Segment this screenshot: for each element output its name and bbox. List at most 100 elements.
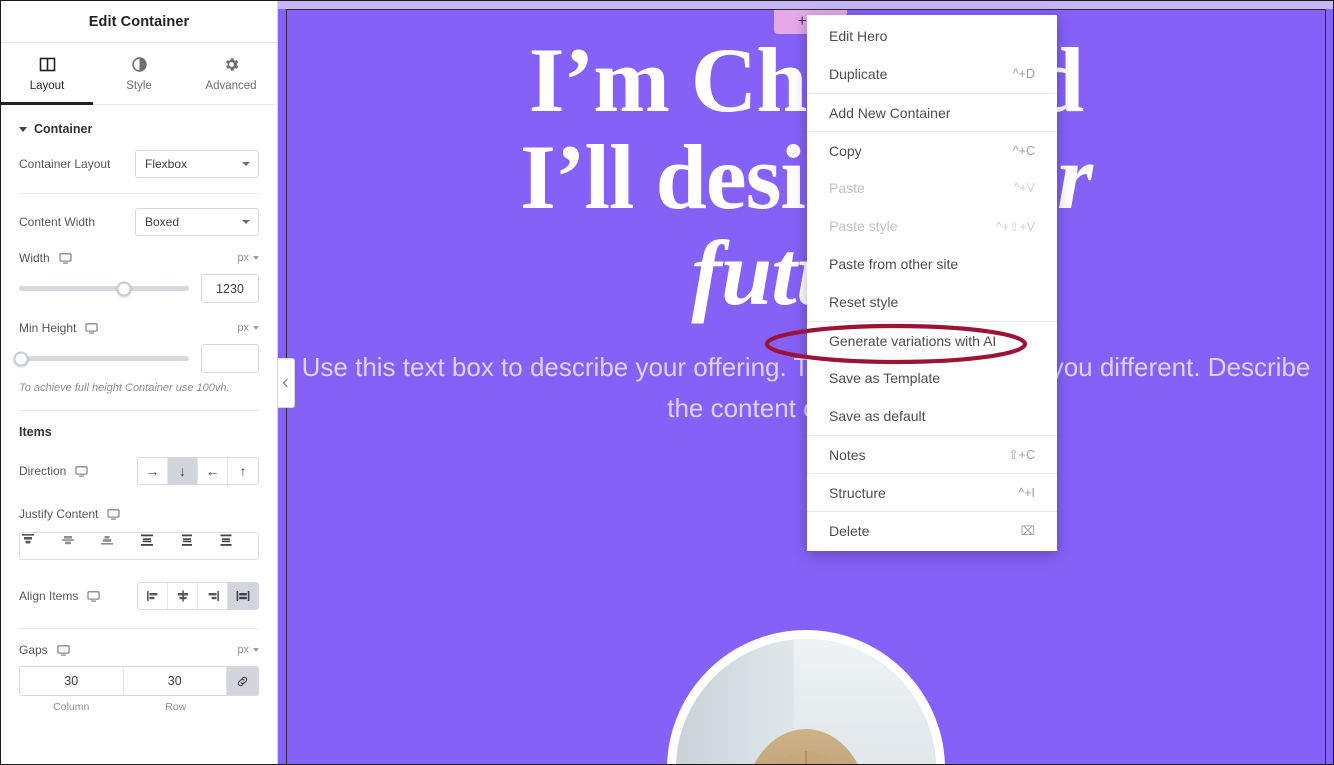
layout-columns-icon (39, 56, 56, 73)
menu-item-label: Paste from other site (829, 256, 959, 272)
direction-column-reverse-button[interactable]: ↑ (228, 458, 258, 485)
align-flex-end-button[interactable] (198, 583, 228, 610)
chevron-down-icon (242, 220, 250, 224)
direction-column-button[interactable]: ↓ (168, 458, 198, 485)
width-input[interactable]: 1230 (201, 274, 259, 303)
menu-item-label: Duplicate (829, 66, 888, 82)
panel-collapse-tab[interactable] (278, 358, 295, 408)
content-width-select[interactable]: Boxed (135, 208, 259, 236)
min-height-slider-track[interactable] (13, 351, 189, 366)
gaps-sublabels: Column Row (19, 701, 259, 713)
min-height-slider-knob[interactable] (13, 351, 29, 366)
menu-item-save-as-default[interactable]: Save as default (807, 397, 1057, 435)
justify-space-around-button[interactable] (179, 533, 219, 559)
tab-style[interactable]: Style (93, 43, 185, 104)
chevron-down-icon (253, 326, 259, 330)
plus-icon[interactable]: + (798, 13, 807, 30)
caret-down-icon (19, 126, 27, 132)
justify-flex-start-button[interactable] (20, 533, 60, 559)
min-height-slider-row (13, 344, 259, 373)
menu-item-paste-from-other-site[interactable]: Paste from other site (807, 245, 1057, 283)
menu-item-label: Edit Hero (829, 28, 888, 44)
divider (19, 410, 259, 412)
menu-item-label: Structure (829, 484, 886, 501)
align-stretch-button[interactable] (228, 583, 258, 610)
desktop-icon[interactable] (85, 322, 98, 335)
gear-icon (223, 56, 240, 73)
content-width-label: Content Width (19, 215, 96, 229)
desktop-icon[interactable] (87, 590, 100, 603)
min-height-label: Min Height (19, 321, 77, 335)
menu-item-label: Paste style (829, 218, 898, 234)
arrow-left-icon: ← (205, 463, 220, 480)
menu-item-label: Copy (829, 142, 862, 159)
menu-item-label: Delete (829, 522, 870, 539)
tab-style-label: Style (126, 79, 152, 92)
width-slider-track[interactable] (19, 281, 189, 296)
menu-item-structure[interactable]: Structure ^+I (807, 473, 1057, 511)
align-items-button-group (137, 582, 259, 611)
hero-heading: I’m Chloe and I’ll design your future (287, 32, 1325, 322)
justify-content-label: Justify Content (19, 507, 99, 522)
menu-item-edit-hero[interactable]: Edit Hero (807, 17, 1057, 55)
menu-item-generate-variations-with-ai[interactable]: Generate variations with AI (807, 321, 1057, 359)
menu-item-label: Generate variations with AI (829, 332, 997, 349)
gap-row-input[interactable]: 30 (123, 667, 227, 696)
link-icon[interactable] (227, 667, 258, 696)
menu-item-label: Reset style (829, 294, 899, 310)
hero-section[interactable]: I’m Chloe and I’ll design your future Us… (287, 10, 1325, 430)
menu-item-add-new-container[interactable]: Add New Container (807, 93, 1057, 131)
tab-advanced[interactable]: Advanced (185, 43, 277, 104)
justify-space-between-button[interactable] (139, 533, 179, 559)
desktop-icon[interactable] (57, 644, 70, 657)
preview-canvas[interactable]: + I’m Chloe and I’ll design your future … (278, 1, 1333, 764)
desktop-icon[interactable] (59, 252, 72, 265)
justify-flex-end-button[interactable] (99, 533, 139, 559)
menu-item-notes[interactable]: Notes ⇧+C (807, 435, 1057, 473)
direction-label: Direction (19, 464, 67, 479)
menu-item-save-as-template[interactable]: Save as Template (807, 359, 1057, 397)
align-flex-start-button[interactable] (138, 583, 168, 610)
min-height-input[interactable] (201, 344, 259, 373)
section-container-toggle[interactable]: Container (19, 105, 259, 150)
menu-item-copy[interactable]: Copy ^+C (807, 131, 1057, 169)
gap-row-label: Row (165, 701, 187, 714)
desktop-icon[interactable] (107, 508, 120, 521)
direction-row-button[interactable]: → (138, 458, 168, 485)
canvas-frame: + I’m Chloe and I’ll design your future … (286, 9, 1326, 764)
menu-item-reset-style[interactable]: Reset style (807, 283, 1057, 321)
width-unit-selector[interactable]: px (237, 252, 259, 264)
row-content-width: Content Width Boxed (19, 208, 259, 236)
menu-item-label: Notes (829, 446, 866, 463)
justify-space-evenly-button[interactable] (218, 533, 258, 559)
chevron-down-icon (242, 162, 250, 166)
min-height-unit-selector[interactable]: px (237, 322, 259, 334)
divider (19, 628, 259, 630)
row-width-header: Width px (19, 251, 259, 265)
menu-item-duplicate[interactable]: Duplicate ^+D (807, 55, 1057, 93)
menu-item-delete[interactable]: Delete ⌧ (807, 511, 1057, 549)
width-label: Width (19, 251, 50, 265)
direction-row-reverse-button[interactable]: ← (198, 458, 228, 485)
gap-column-input[interactable]: 30 (20, 667, 124, 696)
container-layout-label: Container Layout (19, 157, 111, 171)
width-slider-knob[interactable] (116, 281, 132, 296)
menu-item-paste-style: Paste style ^+⇧+V (807, 207, 1057, 245)
tab-layout[interactable]: Layout (1, 43, 93, 105)
row-align-items: Align Items (19, 582, 259, 611)
justify-center-button[interactable] (60, 533, 100, 559)
menu-item-shortcut: ⇧+C (1008, 448, 1035, 462)
gaps-spacer (228, 701, 259, 713)
desktop-icon[interactable] (75, 465, 88, 478)
align-items-label: Align Items (19, 589, 79, 604)
container-layout-value: Flexbox (145, 157, 188, 171)
tab-layout-label: Layout (29, 79, 65, 92)
gaps-unit-selector[interactable]: px (237, 644, 259, 656)
avatar[interactable] (667, 630, 945, 764)
container-layout-select[interactable]: Flexbox (135, 150, 259, 178)
context-menu[interactable]: Edit Hero Duplicate ^+D Add New Containe… (807, 15, 1057, 551)
width-unit-value: px (237, 252, 249, 264)
align-center-button[interactable] (168, 583, 198, 610)
app-window: Edit Container Layout Style Advanced Con… (0, 0, 1334, 765)
min-height-hint: To achieve full height Container use 100… (19, 382, 230, 394)
